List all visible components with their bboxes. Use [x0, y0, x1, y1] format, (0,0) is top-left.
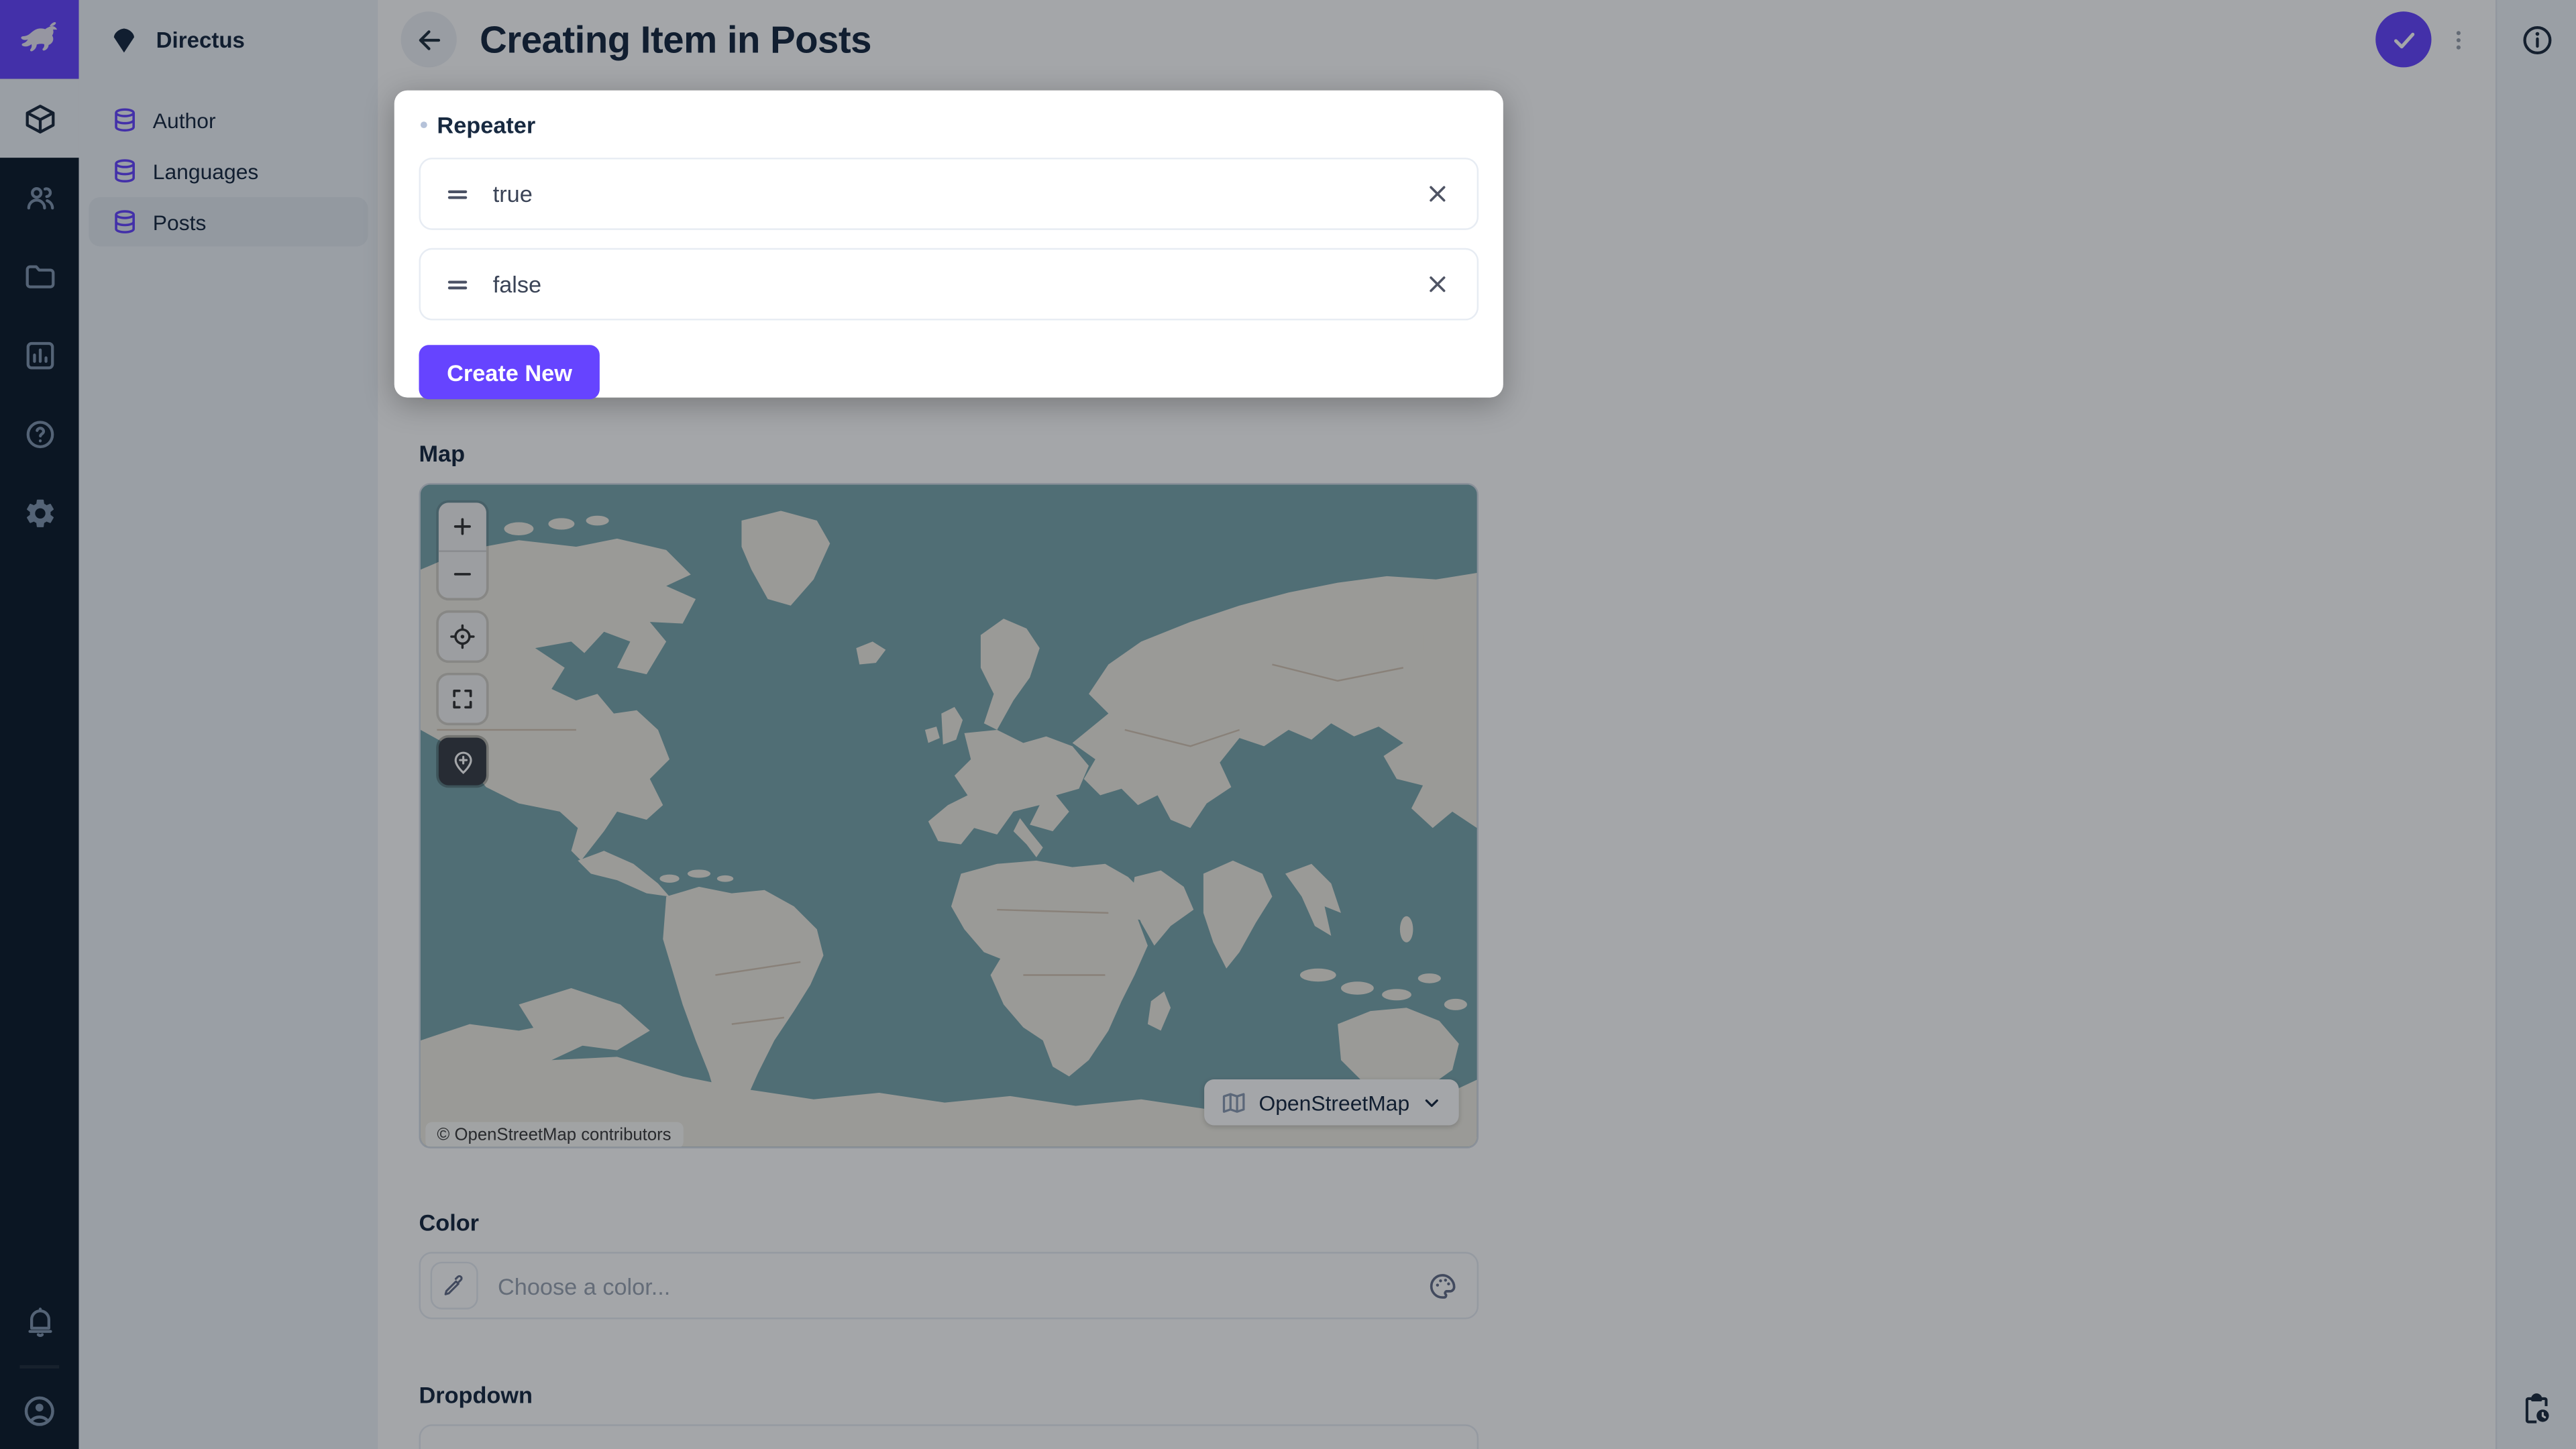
create-new-button[interactable]: Create New [419, 345, 600, 399]
close-icon[interactable] [1424, 271, 1450, 297]
modified-dot [421, 121, 427, 128]
repeater-item-value: false [493, 271, 1403, 297]
repeater-field-card: Repeater true false Create New [394, 91, 1503, 398]
close-icon[interactable] [1424, 180, 1450, 207]
repeater-item-value: true [493, 180, 1403, 207]
repeater-item-row[interactable]: false [419, 248, 1479, 321]
drag-handle-icon[interactable] [443, 270, 472, 299]
drag-handle-icon[interactable] [443, 180, 472, 208]
repeater-item-row[interactable]: true [419, 158, 1479, 230]
repeater-label: Repeater [437, 112, 535, 138]
repeater-label-row: Repeater [421, 110, 1479, 140]
app-window: Directus Author Languages [0, 0, 2576, 1449]
